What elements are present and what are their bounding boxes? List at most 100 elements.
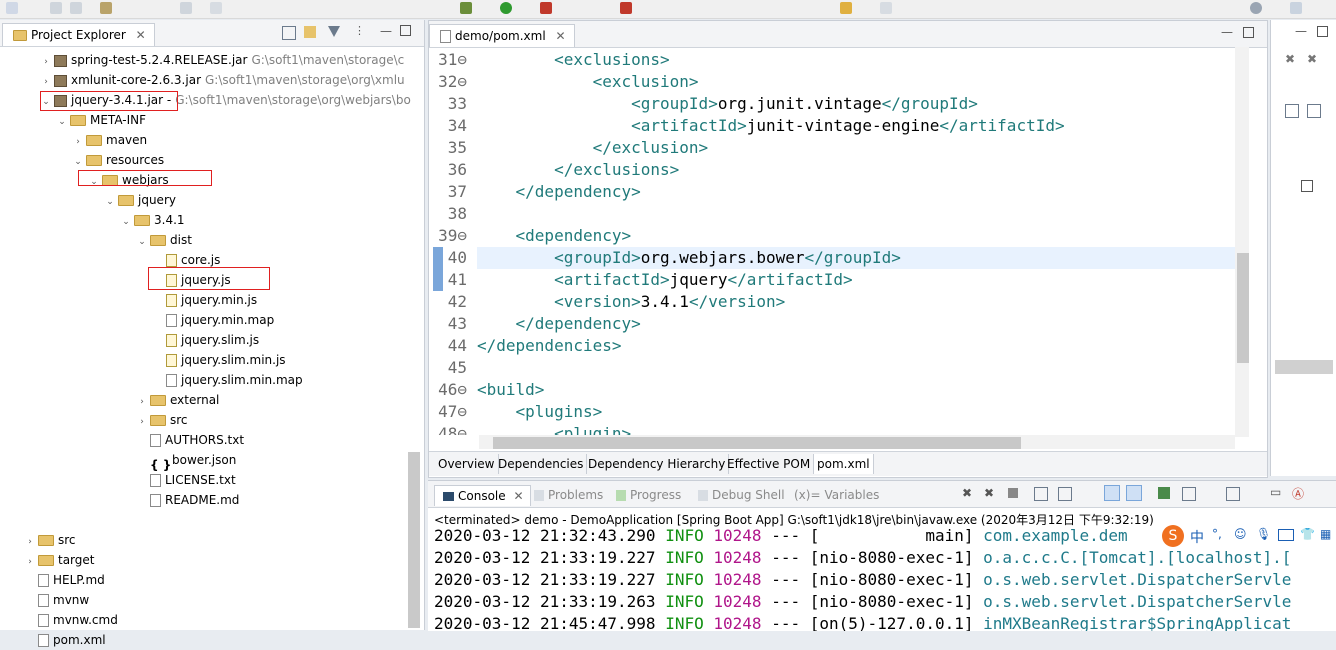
code-line[interactable]: <artifactId>jquery</artifactId> <box>477 269 853 291</box>
build-icon[interactable] <box>100 2 112 14</box>
tree-item[interactable]: jquery.min.js <box>152 290 257 310</box>
editor-vscroll-thumb[interactable] <box>1237 253 1249 363</box>
tree-item[interactable]: › src <box>136 410 187 430</box>
tree-item[interactable]: README.md <box>136 490 239 510</box>
code-line[interactable]: <groupId>org.junit.vintage</groupId> <box>477 93 978 115</box>
tree-item[interactable]: HELP.md <box>24 570 105 590</box>
tree-item[interactable]: › external <box>136 390 219 410</box>
tree-item[interactable]: ⌄ META-INF <box>56 110 146 130</box>
run-icon[interactable] <box>500 2 512 14</box>
search-icon[interactable] <box>180 2 192 14</box>
maximize-icon[interactable] <box>1317 26 1328 37</box>
collapse-all-icon[interactable] <box>282 26 296 40</box>
minimize-icon[interactable]: — <box>1221 25 1233 39</box>
forward-icon[interactable] <box>880 2 892 14</box>
chevron-right-icon[interactable]: › <box>40 72 52 92</box>
tree-item[interactable]: pom.xml <box>24 630 106 650</box>
keyboard-icon[interactable] <box>1278 529 1294 541</box>
code-line[interactable]: </dependency> <box>477 313 641 335</box>
open-console-icon[interactable] <box>1226 487 1240 501</box>
code-line[interactable]: <dependency> <box>477 225 632 247</box>
tree-item[interactable]: AUTHORS.txt <box>136 430 244 450</box>
microphone-icon[interactable]: 🎙 <box>1256 527 1271 541</box>
tab-variables[interactable]: (x)= Variables <box>794 485 879 505</box>
perspective-icon[interactable] <box>1290 2 1302 14</box>
close-icon[interactable]: ✕ <box>136 28 146 42</box>
punctuation-icon[interactable]: °, <box>1212 527 1222 541</box>
tab-problems[interactable]: Problems <box>532 485 603 505</box>
chevron-right-icon[interactable]: › <box>136 392 148 412</box>
skin-icon[interactable]: 👕 <box>1300 527 1315 541</box>
tree-item[interactable]: › maven <box>72 130 147 150</box>
view-menu-icon[interactable]: ⋮ <box>354 24 365 37</box>
code-line[interactable]: <plugins> <box>477 401 603 423</box>
tree-item[interactable]: ⌄ dist <box>136 230 192 250</box>
tree-item[interactable]: ⌄ jquery <box>104 190 176 210</box>
emoji-icon[interactable]: ☺ <box>1234 527 1247 541</box>
link-editor-icon[interactable] <box>304 26 316 38</box>
minimize-icon[interactable]: — <box>380 24 392 38</box>
chevron-right-icon[interactable]: › <box>40 52 52 72</box>
tab-pom-xml-source[interactable]: pom.xml <box>813 454 874 474</box>
word-wrap-icon[interactable] <box>1104 485 1120 501</box>
clear-console-icon[interactable] <box>1034 487 1048 501</box>
new-icon[interactable] <box>6 2 18 14</box>
explorer-scrollbar[interactable] <box>408 452 420 628</box>
tree-item[interactable]: ⌄ 3.4.1 <box>120 210 184 232</box>
maximize-icon[interactable] <box>1243 27 1254 38</box>
tab-dependencies[interactable]: Dependencies <box>495 454 588 474</box>
editor-hscroll-thumb[interactable] <box>493 437 1021 449</box>
remove-all-icon[interactable]: ✖ <box>1307 52 1317 66</box>
editor-vscrollbar[interactable] <box>1235 47 1249 437</box>
menu-grid-icon[interactable]: ▦ <box>1320 527 1331 541</box>
code-line[interactable]: <artifactId>junit-vintage-engine</artifa… <box>477 115 1064 137</box>
back-icon[interactable] <box>840 2 852 14</box>
code-line[interactable]: <plugin> <box>477 423 631 435</box>
chevron-down-icon[interactable]: ⌄ <box>120 212 132 232</box>
code-line[interactable]: </exclusion> <box>477 137 709 159</box>
code-line[interactable]: </dependency> <box>477 181 641 203</box>
tree-item[interactable]: jquery.slim.min.js <box>152 350 286 370</box>
tree-item[interactable]: jquery.slim.min.map <box>152 370 303 390</box>
terminate-icon[interactable]: ✖ <box>962 486 972 500</box>
ime-lang-label[interactable]: 中 <box>1190 527 1204 547</box>
chevron-right-icon[interactable]: › <box>24 552 36 572</box>
tree-item[interactable]: jquery.min.map <box>152 310 274 330</box>
tree-item[interactable]: mvnw.cmd <box>24 610 118 630</box>
chevron-down-icon[interactable]: ⌄ <box>136 232 148 252</box>
code-line[interactable]: </exclusions> <box>477 159 679 181</box>
stop-icon[interactable] <box>1008 488 1018 498</box>
chevron-down-icon[interactable]: ⌄ <box>104 192 116 212</box>
tab-effective-pom[interactable]: Effective POM <box>724 454 815 474</box>
tab-pom-xml[interactable]: demo/pom.xml ✕ <box>429 24 575 47</box>
sort-icon[interactable] <box>1285 104 1299 118</box>
save-all-icon[interactable] <box>70 2 82 14</box>
minimize-icon[interactable]: — <box>1295 24 1307 38</box>
filter-icon[interactable] <box>1307 104 1321 118</box>
outline-scrollbar[interactable] <box>1275 360 1333 374</box>
tab-dependency-hierarchy[interactable]: Dependency Hierarchy <box>585 454 730 474</box>
chevron-right-icon[interactable]: › <box>24 532 36 552</box>
external-tools-icon[interactable] <box>540 2 552 14</box>
code-line[interactable]: <groupId>org.webjars.bower</groupId> <box>477 247 901 269</box>
tab-project-explorer[interactable]: Project Explorer ✕ <box>2 23 155 46</box>
pin-console-icon[interactable] <box>1158 487 1170 499</box>
tree-item[interactable]: › spring-test-5.2.4.RELEASE.jar G:\soft1\m… <box>40 50 404 70</box>
search-global-icon[interactable] <box>1250 2 1262 14</box>
chevron-down-icon[interactable]: ⌄ <box>72 152 84 172</box>
tree-item[interactable]: › target <box>24 550 94 572</box>
chevron-right-icon[interactable]: › <box>72 132 84 152</box>
tab-overview[interactable]: Overview <box>435 454 499 474</box>
code-line[interactable]: <build> <box>477 379 544 401</box>
display-console-icon[interactable] <box>1182 487 1196 501</box>
code-line[interactable]: <exclusion> <box>477 71 699 93</box>
close-icon[interactable]: ✕ <box>513 489 523 503</box>
debug-icon[interactable] <box>460 2 472 14</box>
maximize-icon[interactable] <box>400 25 411 36</box>
tree-item[interactable]: › xmlunit-core-2.6.3.jar G:\soft1\maven\st… <box>40 70 404 92</box>
tree-item[interactable]: ⌄ resources <box>72 150 164 170</box>
tab-console[interactable]: Console ✕ <box>434 485 531 506</box>
code-line[interactable]: <exclusions> <box>477 49 670 71</box>
minimize-icon[interactable]: ▭ <box>1270 485 1281 499</box>
tree-item[interactable]: › src <box>24 530 75 552</box>
